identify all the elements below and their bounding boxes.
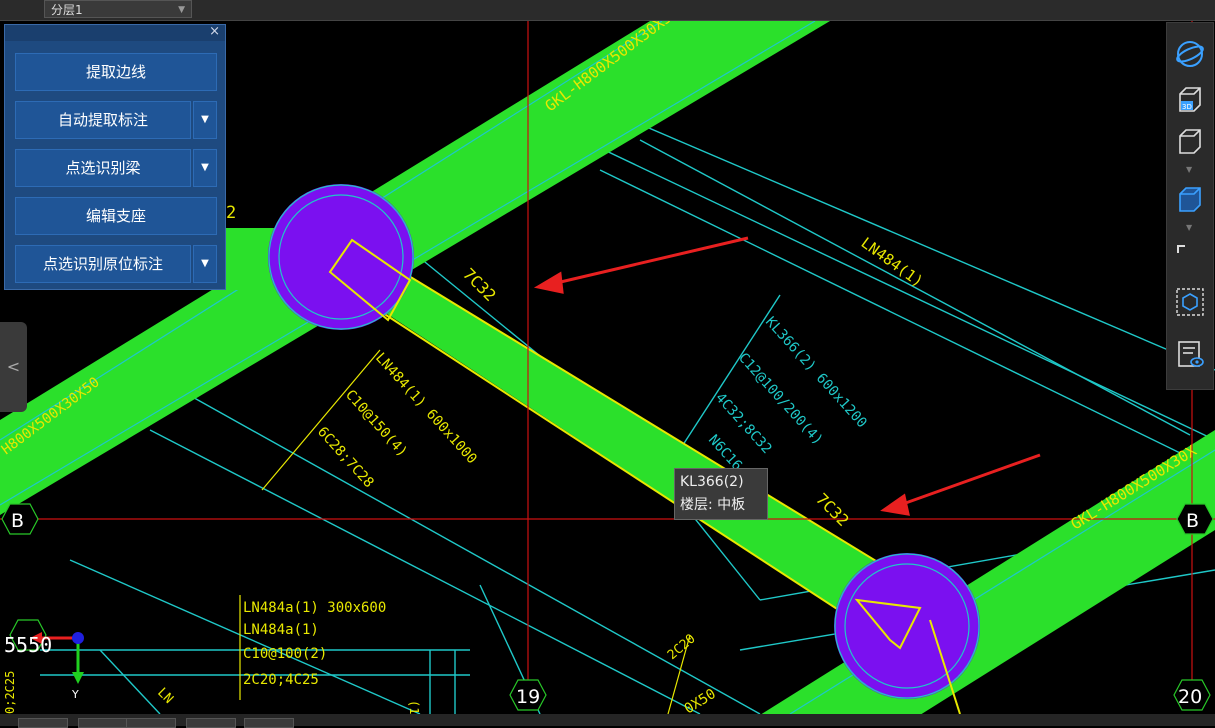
- axis-b-left-marker: B: [1, 503, 39, 535]
- floor-select-value: 分层1: [51, 3, 83, 17]
- status-button[interactable]: [78, 718, 128, 728]
- label-2c20: 2C20: [665, 631, 699, 663]
- label-paren: (1): [407, 700, 421, 714]
- auto-extract-dropdown-icon[interactable]: ▼: [193, 101, 217, 139]
- layer-box-icon[interactable]: [1175, 287, 1205, 317]
- axis-20-marker: 20: [1173, 679, 1211, 711]
- ln484-line-2: C10@150(4): [342, 387, 410, 460]
- beam-tooltip: KL366(2) 楼层: 中板: [674, 468, 768, 520]
- floor-select[interactable]: 分层1 ▼: [44, 0, 192, 18]
- ln484a-line-2: LN484a(1): [243, 622, 319, 638]
- axis-20-label: 20: [1178, 686, 1202, 708]
- box-view-icon[interactable]: [1175, 127, 1205, 157]
- ln484-annotation: LN484(1) 600x1000 C10@150(4) 6C28;7C28: [314, 350, 480, 491]
- status-button[interactable]: [186, 718, 236, 728]
- axis-b-right-label: B: [1186, 510, 1199, 532]
- status-button[interactable]: [18, 718, 68, 728]
- ln484-line-3: 6C28;7C28: [314, 424, 377, 491]
- ln484a-line-3: C10@100(2): [243, 646, 327, 662]
- kl366-line-1: KL366(2) 600x1200: [762, 314, 870, 431]
- status-button[interactable]: [126, 718, 176, 728]
- extract-edges-button[interactable]: 提取边线: [15, 53, 217, 91]
- pick-identify-beam-button[interactable]: 点选识别梁: [15, 149, 191, 187]
- box-view-selected-icon[interactable]: [1175, 185, 1205, 215]
- ln484a-line-1: LN484a(1) 300x600: [243, 600, 386, 616]
- top-toolbar: 分层1 ▼: [0, 0, 1215, 21]
- panel-title-bar[interactable]: ×: [5, 24, 225, 41]
- tooltip-floor: 楼层: 中板: [680, 497, 746, 513]
- tooltip-beam-name: KL366(2): [680, 474, 744, 490]
- pick-identify-inplace-dropdown-icon[interactable]: ▼: [193, 245, 217, 283]
- view-toolbar: 3D ▼ ▼: [1166, 22, 1214, 390]
- auto-extract-annotation-button[interactable]: 自动提取标注: [15, 101, 191, 139]
- close-icon[interactable]: ×: [209, 24, 220, 39]
- status-button[interactable]: [244, 718, 294, 728]
- bottom-status-bar: [0, 714, 1215, 728]
- pick-identify-beam-dropdown-icon[interactable]: ▼: [193, 149, 217, 187]
- kl366-annotation: KL366(2) 600x1200 C12@100/200(4) 4C32;8C…: [705, 314, 870, 474]
- beam-recognition-panel: × 提取边线 自动提取标注 ▼ 点选识别梁 ▼ 编辑支座 点选识别原位标注 ▼: [4, 24, 226, 290]
- axis-b-left-label: B: [11, 510, 24, 532]
- column-top-left: [268, 184, 414, 330]
- orbit-icon[interactable]: [1175, 39, 1205, 69]
- chevron-down-icon[interactable]: ▼: [1186, 223, 1192, 232]
- label-ln-bottom: LN: [154, 685, 176, 707]
- chevron-down-icon[interactable]: ▼: [1186, 165, 1192, 174]
- view-3d-icon[interactable]: 3D: [1175, 85, 1205, 115]
- view-3d-label: 3D: [1182, 103, 1192, 111]
- axis-19-label: 19: [516, 686, 540, 708]
- coord-left: 5550: [4, 633, 52, 657]
- edit-support-button[interactable]: 编辑支座: [15, 197, 217, 235]
- axis-b-right-marker: B: [1176, 503, 1214, 535]
- ln484a-line-4: 2C20;4C25: [243, 672, 319, 688]
- pick-identify-inplace-annotation-button[interactable]: 点选识别原位标注: [15, 245, 191, 283]
- side-collapse-tab[interactable]: <: [0, 322, 27, 412]
- coord-vertical: 0;2C25: [3, 671, 17, 714]
- display-settings-icon[interactable]: [1175, 339, 1205, 369]
- ln484-line-1: LN484(1) 600x1000: [372, 350, 480, 467]
- chevron-down-icon: ▼: [178, 5, 185, 15]
- fullscreen-icon[interactable]: [1175, 243, 1205, 273]
- axis-19-marker: 19: [509, 679, 547, 711]
- label-7c32-mid: 7C32: [812, 489, 853, 530]
- ucs-y-label: Y: [71, 688, 79, 701]
- label-7c32-top: 7C32: [459, 264, 500, 305]
- annotation-arrows: [533, 236, 1041, 516]
- beam-bottom-label: 0X50: [682, 686, 719, 714]
- label-2: 2: [226, 203, 236, 223]
